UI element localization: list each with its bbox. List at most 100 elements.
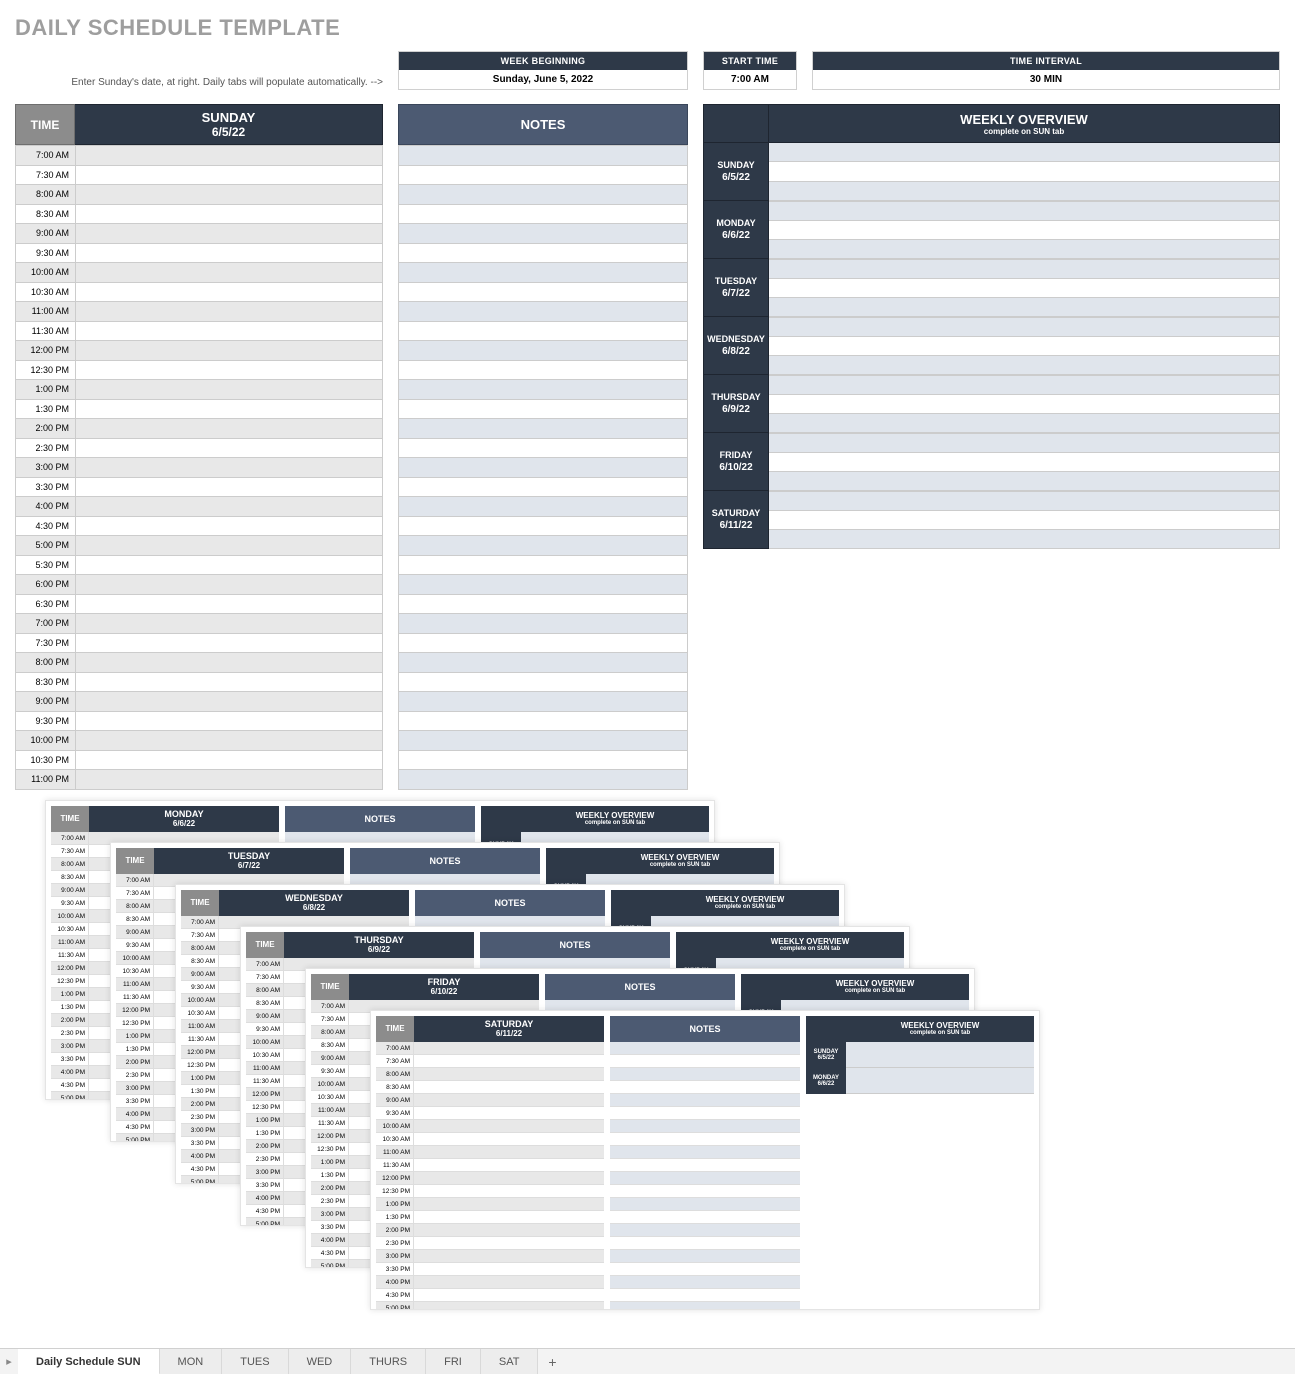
notes-cell[interactable] bbox=[399, 223, 687, 243]
schedule-cell[interactable] bbox=[76, 340, 382, 360]
overview-cell[interactable] bbox=[769, 395, 1280, 414]
notes-cell[interactable] bbox=[399, 340, 687, 360]
notes-cell[interactable] bbox=[399, 184, 687, 204]
notes-cell[interactable] bbox=[399, 633, 687, 653]
notes-cell[interactable] bbox=[399, 165, 687, 185]
notes-cell[interactable] bbox=[399, 691, 687, 711]
schedule-cell[interactable] bbox=[76, 262, 382, 282]
notes-cell[interactable] bbox=[399, 145, 687, 165]
notes-cell[interactable] bbox=[399, 262, 687, 282]
mini-time-cell: 3:00 PM bbox=[246, 1166, 284, 1178]
notes-cell[interactable] bbox=[399, 399, 687, 419]
schedule-cell[interactable] bbox=[76, 613, 382, 633]
sheet-tab[interactable]: Daily Schedule SUN bbox=[18, 1349, 160, 1374]
notes-cell[interactable] bbox=[399, 321, 687, 341]
schedule-cell[interactable] bbox=[76, 399, 382, 419]
notes-cell[interactable] bbox=[399, 750, 687, 770]
schedule-cell[interactable] bbox=[76, 418, 382, 438]
schedule-cell[interactable] bbox=[76, 184, 382, 204]
notes-cell[interactable] bbox=[399, 477, 687, 497]
schedule-cell[interactable] bbox=[76, 516, 382, 536]
add-sheet-button[interactable]: + bbox=[538, 1354, 566, 1370]
schedule-cell[interactable] bbox=[76, 223, 382, 243]
schedule-cell[interactable] bbox=[76, 282, 382, 302]
schedule-cell[interactable] bbox=[76, 672, 382, 692]
overview-cell[interactable] bbox=[769, 375, 1280, 395]
notes-cell[interactable] bbox=[399, 496, 687, 516]
notes-cell[interactable] bbox=[399, 243, 687, 263]
notes-cell[interactable] bbox=[399, 204, 687, 224]
overview-cell[interactable] bbox=[769, 511, 1280, 530]
overview-cell[interactable] bbox=[769, 240, 1280, 259]
overview-cell[interactable] bbox=[769, 221, 1280, 240]
overview-cell[interactable] bbox=[769, 298, 1280, 317]
sheet-tab[interactable]: TUES bbox=[222, 1349, 288, 1374]
overview-cell[interactable] bbox=[769, 453, 1280, 472]
overview-cell[interactable] bbox=[769, 317, 1280, 337]
schedule-cell[interactable] bbox=[76, 204, 382, 224]
notes-cell[interactable] bbox=[399, 769, 687, 789]
notes-cell[interactable] bbox=[399, 535, 687, 555]
overview-cell[interactable] bbox=[769, 356, 1280, 375]
schedule-cell[interactable] bbox=[76, 301, 382, 321]
schedule-cell[interactable] bbox=[76, 477, 382, 497]
schedule-cell[interactable] bbox=[76, 750, 382, 770]
overview-cell[interactable] bbox=[769, 530, 1280, 549]
schedule-cell[interactable] bbox=[76, 574, 382, 594]
notes-cell[interactable] bbox=[399, 418, 687, 438]
overview-cell[interactable] bbox=[769, 279, 1280, 298]
schedule-cell[interactable] bbox=[76, 691, 382, 711]
schedule-cell[interactable] bbox=[76, 711, 382, 731]
sheet-tab[interactable]: MON bbox=[160, 1349, 223, 1374]
overview-cell[interactable] bbox=[769, 472, 1280, 491]
notes-cell[interactable] bbox=[399, 652, 687, 672]
sheet-tab[interactable]: SAT bbox=[481, 1349, 539, 1374]
overview-cell[interactable] bbox=[769, 143, 1280, 162]
interval-value[interactable]: 30 MIN bbox=[813, 70, 1279, 89]
schedule-cell[interactable] bbox=[76, 594, 382, 614]
schedule-cell[interactable] bbox=[76, 360, 382, 380]
schedule-cell[interactable] bbox=[76, 145, 382, 165]
schedule-cell[interactable] bbox=[76, 730, 382, 750]
schedule-cell[interactable] bbox=[76, 165, 382, 185]
overview-cell[interactable] bbox=[769, 414, 1280, 433]
sheet-tab[interactable]: THURS bbox=[351, 1349, 426, 1374]
overview-cell[interactable] bbox=[769, 433, 1280, 453]
overview-cell[interactable] bbox=[769, 491, 1280, 511]
schedule-cell[interactable] bbox=[76, 535, 382, 555]
overview-cell[interactable] bbox=[769, 259, 1280, 279]
notes-cell[interactable] bbox=[399, 594, 687, 614]
notes-cell[interactable] bbox=[399, 574, 687, 594]
schedule-cell[interactable] bbox=[76, 496, 382, 516]
schedule-cell[interactable] bbox=[76, 379, 382, 399]
schedule-cell[interactable] bbox=[76, 457, 382, 477]
sheet-tab[interactable]: FRI bbox=[426, 1349, 481, 1374]
notes-cell[interactable] bbox=[399, 555, 687, 575]
notes-cell[interactable] bbox=[399, 457, 687, 477]
schedule-cell[interactable] bbox=[76, 633, 382, 653]
notes-cell[interactable] bbox=[399, 438, 687, 458]
notes-cell[interactable] bbox=[399, 379, 687, 399]
notes-cell[interactable] bbox=[399, 711, 687, 731]
overview-cell[interactable] bbox=[769, 201, 1280, 221]
notes-cell[interactable] bbox=[399, 282, 687, 302]
overview-cell[interactable] bbox=[769, 337, 1280, 356]
overview-cell[interactable] bbox=[769, 182, 1280, 201]
notes-cell[interactable] bbox=[399, 360, 687, 380]
schedule-cell[interactable] bbox=[76, 243, 382, 263]
schedule-cell[interactable] bbox=[76, 555, 382, 575]
notes-cell[interactable] bbox=[399, 613, 687, 633]
schedule-cell[interactable] bbox=[76, 652, 382, 672]
tab-scroll-right-icon[interactable]: ▸ bbox=[0, 1355, 18, 1368]
week-beginning-value[interactable]: Sunday, June 5, 2022 bbox=[399, 70, 687, 89]
notes-cell[interactable] bbox=[399, 301, 687, 321]
notes-cell[interactable] bbox=[399, 516, 687, 536]
overview-cell[interactable] bbox=[769, 162, 1280, 181]
schedule-cell[interactable] bbox=[76, 769, 382, 789]
schedule-cell[interactable] bbox=[76, 321, 382, 341]
notes-cell[interactable] bbox=[399, 672, 687, 692]
schedule-cell[interactable] bbox=[76, 438, 382, 458]
notes-cell[interactable] bbox=[399, 730, 687, 750]
start-time-value[interactable]: 7:00 AM bbox=[704, 70, 796, 89]
sheet-tab[interactable]: WED bbox=[289, 1349, 352, 1374]
